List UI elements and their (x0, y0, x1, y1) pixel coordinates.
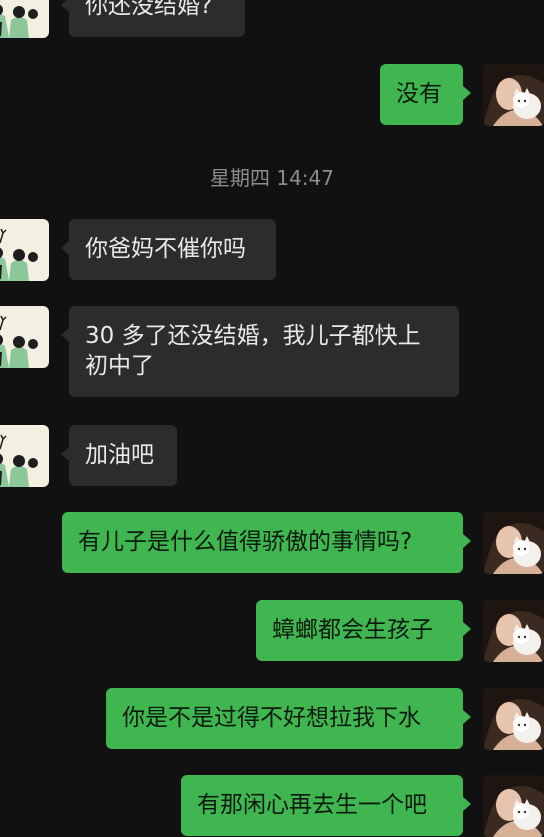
message-bubble[interactable]: 蟑螂都会生孩子 (256, 600, 471, 661)
timestamp: 星期四 14:47 (210, 166, 334, 190)
friend-avatar[interactable] (0, 219, 49, 281)
message-bubble[interactable]: 有那闲心再去生一个吧 (181, 775, 471, 836)
message-bubble[interactable]: 有儿子是什么值得骄傲的事情吗? (62, 512, 471, 573)
self-avatar[interactable] (483, 64, 544, 126)
message-bubble[interactable]: 你是不是过得不好想拉我下水 (106, 688, 471, 749)
message-bubble[interactable]: 没有 (380, 64, 471, 125)
self-avatar[interactable] (483, 600, 544, 662)
message-bubble[interactable]: 30 多了还没结婚，我儿子都快上 初中了 (61, 306, 459, 397)
friend-avatar[interactable] (0, 0, 49, 38)
self-avatar[interactable] (483, 688, 544, 750)
message-bubble[interactable]: 你还没结婚? (61, 0, 245, 37)
self-avatar[interactable] (483, 775, 544, 837)
friend-avatar[interactable] (0, 425, 49, 487)
message-bubble[interactable]: 加油吧 (61, 425, 177, 486)
self-avatar[interactable] (483, 512, 544, 574)
friend-avatar[interactable] (0, 306, 49, 368)
message-bubble[interactable]: 你爸妈不催你吗 (61, 219, 276, 280)
